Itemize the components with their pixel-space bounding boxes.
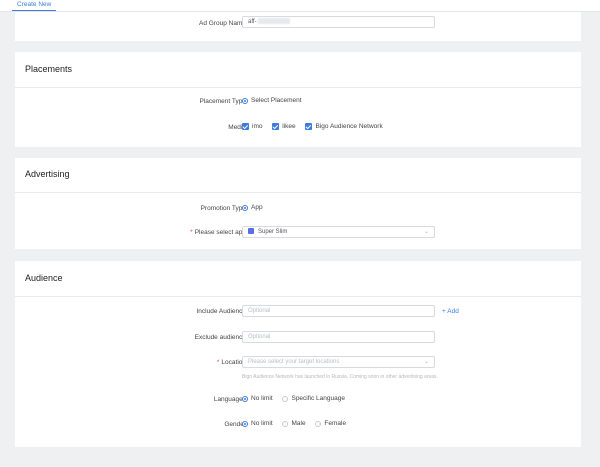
radio-selected-icon [242, 420, 248, 427]
include-audience-label: Include Audience [196, 308, 246, 315]
radio-selected-icon [242, 97, 248, 104]
add-audience-button[interactable]: + Add [442, 308, 459, 315]
promotion-type-radio[interactable]: App [242, 204, 271, 211]
radio-selected-icon [242, 395, 248, 402]
media-option-likee[interactable]: likee [272, 123, 303, 130]
gender-label: Gender [224, 421, 246, 428]
ad-group-name-value: aff- [248, 19, 257, 25]
languages-option-no-limit[interactable]: No limit [242, 395, 281, 402]
advertising-title: Advertising [25, 169, 70, 179]
location-label: * Location [216, 359, 246, 366]
media-checkboxes: imo likee Bigo Audience Network [242, 123, 391, 130]
app-icon [248, 228, 254, 235]
advertising-divider [15, 192, 581, 193]
location-hint: Bigo Audience Network has launched in Ru… [242, 374, 438, 380]
ad-group-name-input[interactable]: aff- [242, 16, 435, 28]
audience-title: Audience [25, 273, 63, 283]
languages-label: Languages [213, 396, 246, 403]
radio-selected-icon [242, 204, 248, 211]
include-audience-input[interactable]: Optional [242, 305, 435, 317]
audience-divider [15, 296, 581, 297]
page: Create New Ad Group Name aff- Placements… [0, 0, 600, 467]
ad-group-card: Ad Group Name aff- [15, 12, 581, 41]
tab-create-new[interactable]: Create New [12, 0, 57, 11]
chevron-down-icon: ⌄ [423, 229, 429, 235]
placements-card: Placements Placement Type Select Placeme… [15, 52, 581, 147]
gender-option-male[interactable]: Male [282, 420, 313, 427]
checkbox-checked-icon [305, 123, 313, 130]
audience-card: Audience Include Audience Optional + Add… [15, 261, 581, 447]
gender-radios: No limit Male Female [242, 420, 354, 427]
radio-unselected-icon [282, 420, 289, 427]
placements-title: Placements [25, 64, 73, 74]
tab-bar: Create New [0, 0, 600, 12]
languages-radios: No limit Specific Language [242, 395, 353, 402]
placement-type-radio[interactable]: Select Placement [242, 97, 310, 104]
radio-unselected-icon [315, 420, 322, 427]
chevron-down-icon: ⌄ [423, 359, 429, 365]
select-app-dropdown[interactable]: Super Slim ⌄ [242, 226, 435, 238]
languages-option-specific[interactable]: Specific Language [282, 395, 353, 402]
ad-group-name-label: Ad Group Name [199, 20, 246, 27]
exclude-audience-label: Exclude audience [194, 334, 246, 341]
media-label: Media [228, 124, 246, 131]
media-option-bigo[interactable]: Bigo Audience Network [305, 123, 390, 130]
advertising-card: Advertising Promotion Type App * Please s… [15, 158, 581, 249]
checkbox-checked-icon [242, 123, 249, 130]
promotion-type-label: Promotion Type [200, 205, 246, 212]
checkbox-checked-icon [272, 123, 280, 130]
radio-unselected-icon [282, 395, 289, 402]
gender-option-female[interactable]: Female [315, 420, 354, 427]
media-option-imo[interactable]: imo [242, 123, 270, 130]
exclude-audience-input[interactable]: Optional [242, 331, 435, 343]
placement-type-label: Placement Type [199, 98, 247, 105]
gender-option-no-limit[interactable]: No limit [242, 420, 281, 427]
redacted-text [257, 18, 290, 25]
select-app-label: * Please select app [190, 229, 246, 236]
placements-divider [15, 87, 581, 88]
location-dropdown[interactable]: Please select your target locations ⌄ [242, 356, 435, 368]
